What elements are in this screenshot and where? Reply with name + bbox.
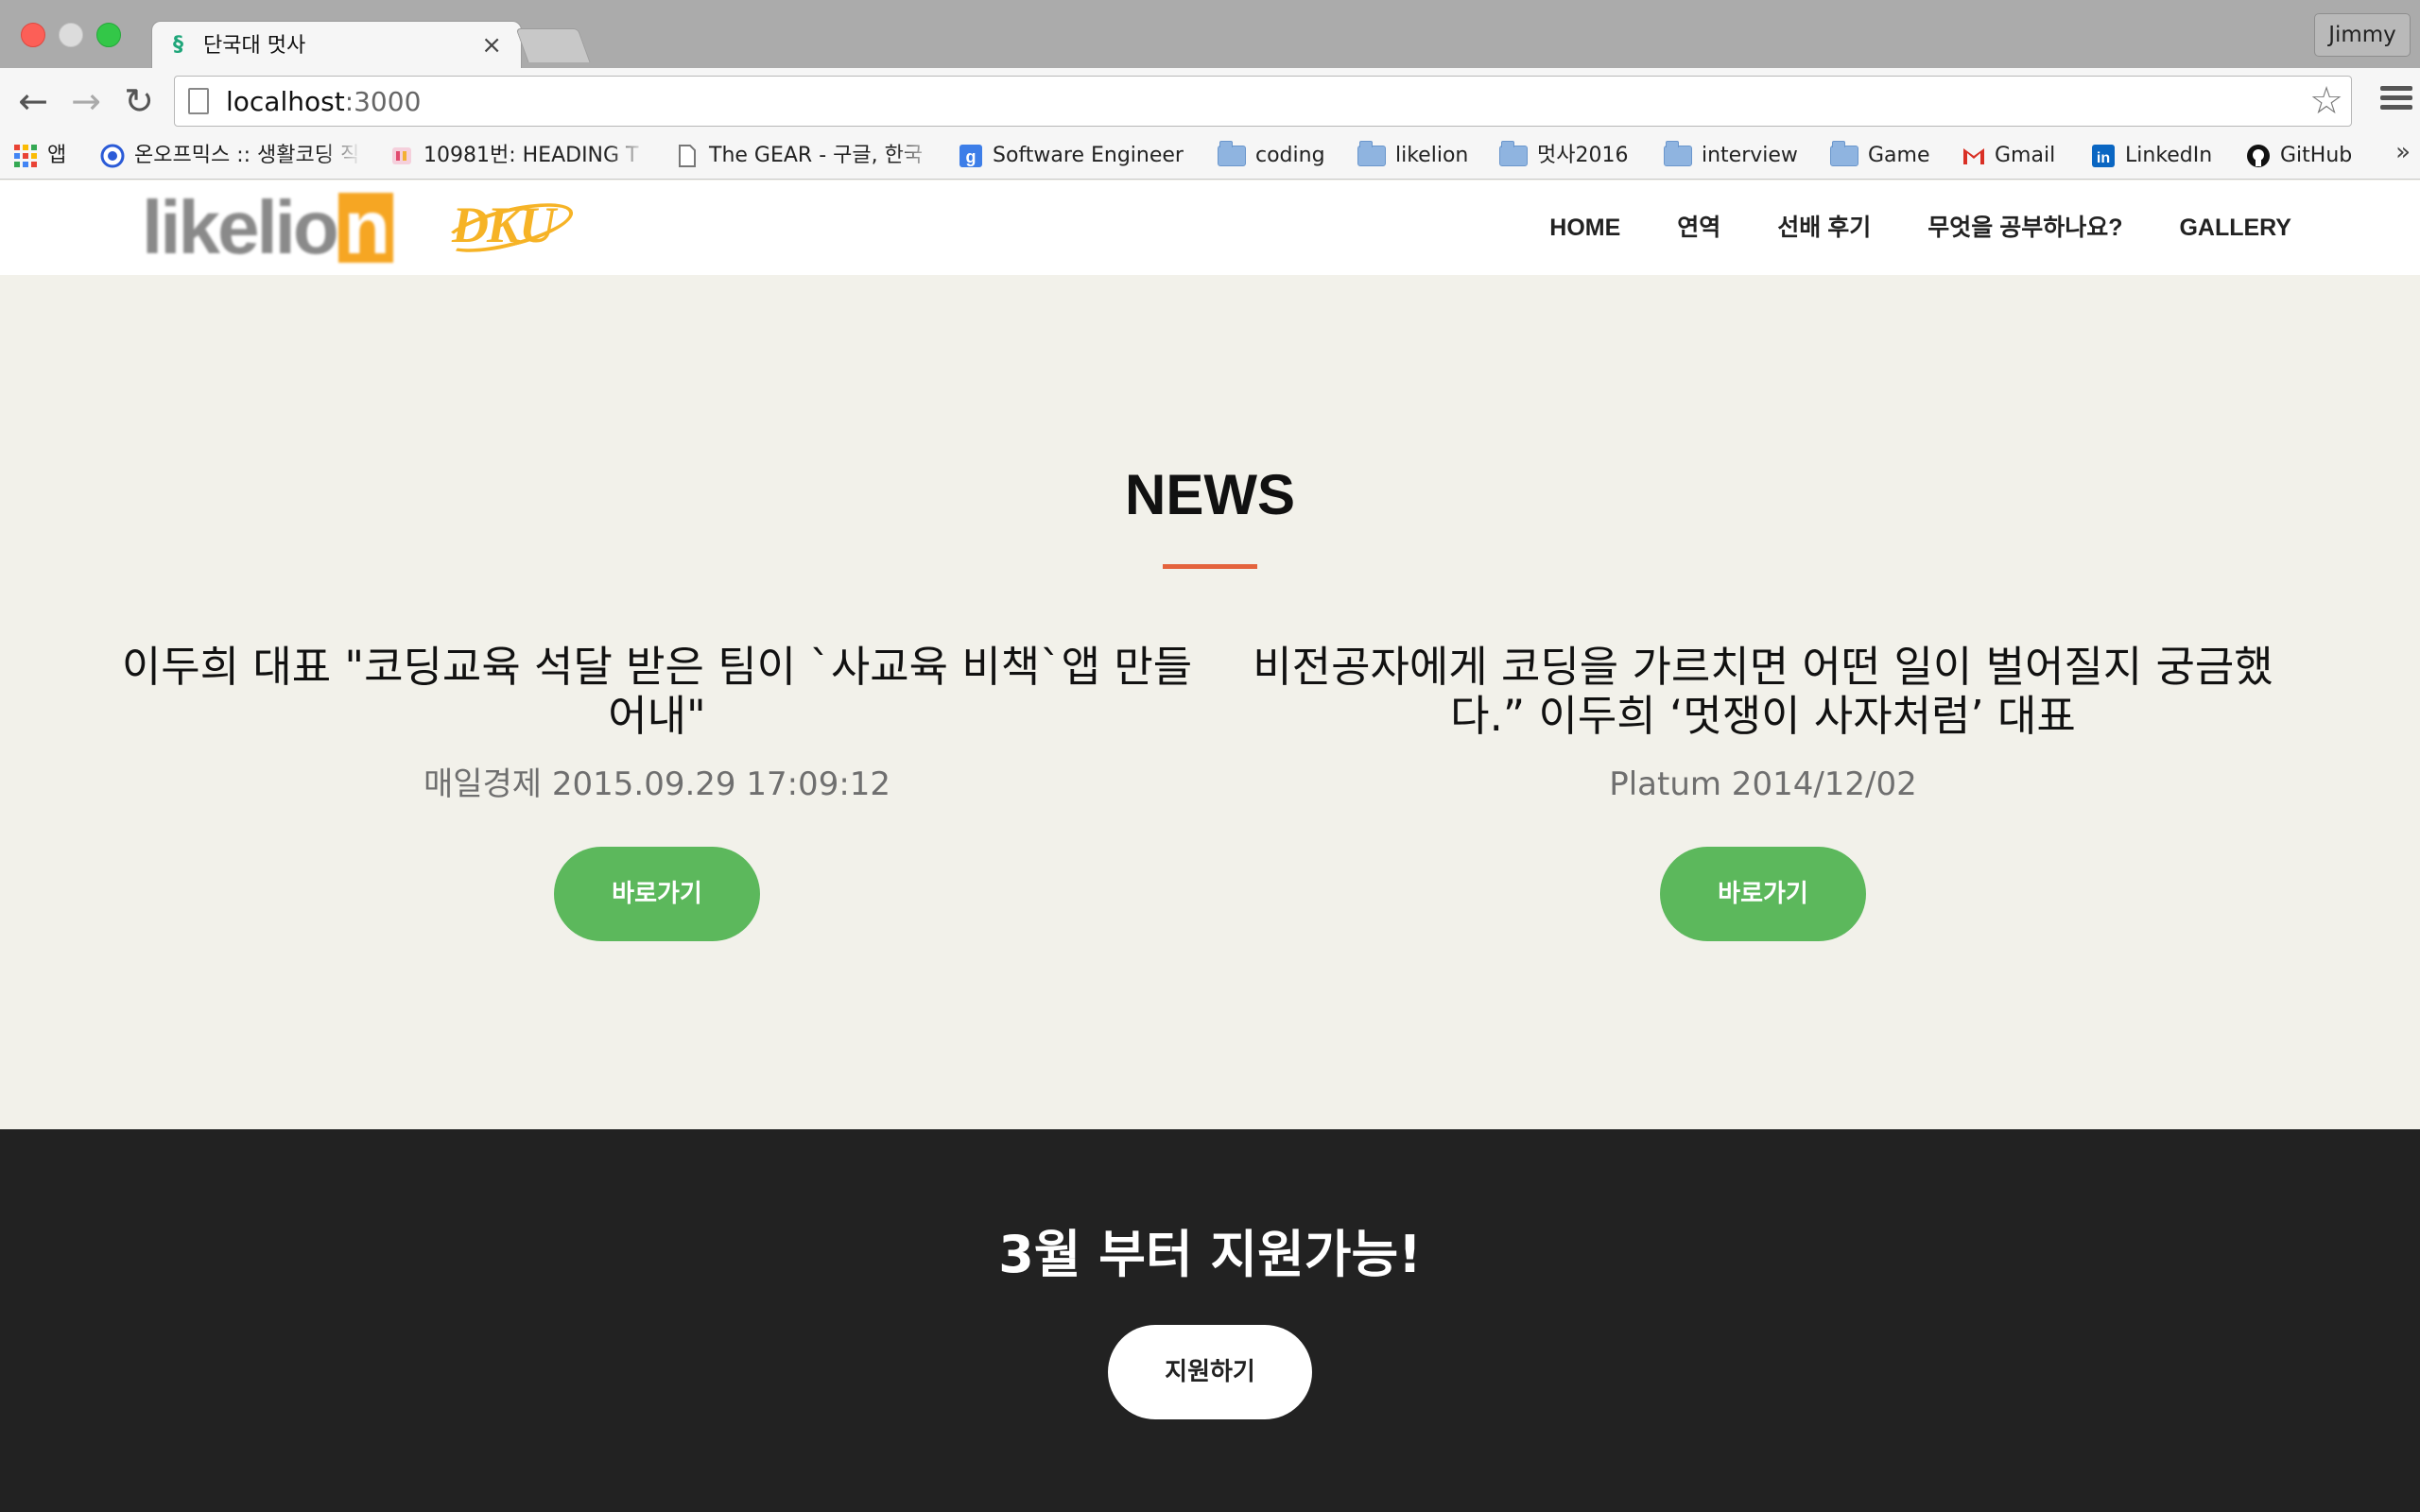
svg-text:g: g — [966, 147, 977, 166]
bookmark-folder-coding[interactable]: coding — [1218, 140, 1325, 172]
likelion-favicon-icon: § — [173, 33, 183, 57]
bookmark-gmail[interactable]: Gmail — [1961, 140, 2055, 172]
hamburger-menu-icon[interactable] — [2380, 81, 2412, 119]
page-icon — [188, 88, 209, 114]
bookmark-linkedin[interactable]: in LinkedIn — [2091, 140, 2212, 172]
browser-toolbar: ← → ↻ localhost:3000 ☆ — [0, 68, 2420, 134]
bookmark-label: Gmail — [1995, 144, 2056, 167]
bookmark-label: Software Engineer — [993, 144, 1184, 167]
article-link-button[interactable]: 바로가기 — [554, 847, 760, 941]
logo-text-n: n — [337, 190, 393, 266]
article-link-button[interactable]: 바로가기 — [1660, 847, 1866, 941]
bookmark-label: 멋사2016 — [1537, 144, 1629, 167]
apply-section: 3월 부터 지원가능! 지원하기 — [0, 1129, 2420, 1512]
dku-logo: DKU — [452, 197, 556, 253]
bookmark-label: interview — [1702, 144, 1798, 167]
bookmark-label: LinkedIn — [2125, 144, 2213, 167]
bookmark-folder-game[interactable]: Game — [1830, 140, 1930, 172]
apply-title: 3월 부터 지원가능! — [998, 1225, 1422, 1284]
gmail-icon — [1961, 144, 1985, 168]
folder-icon — [1499, 141, 1528, 166]
article-headline: 이두희 대표 "코딩교육 석달 받은 팀이 `사교육 비책`앱 만들어내" — [121, 642, 1193, 741]
browser-tab-active[interactable]: § 단국대 멋사 × — [151, 21, 522, 70]
bookmark-label: 앱 — [47, 144, 67, 167]
bookmark-folder-meotsa2016[interactable]: 멋사2016 — [1499, 140, 1628, 172]
svg-text:in: in — [2097, 150, 2110, 166]
news-title: NEWS — [1125, 463, 1295, 526]
onoffmix-icon — [100, 144, 125, 168]
github-icon — [2246, 144, 2271, 168]
bookmark-label: likelion — [1395, 144, 1469, 167]
news-title-underline — [1163, 564, 1257, 569]
tab-close-icon[interactable]: × — [481, 31, 502, 60]
nav-history[interactable]: 연역 — [1677, 213, 1720, 243]
bookmark-label: GitHub — [2280, 144, 2353, 167]
url-host: localhost — [226, 86, 345, 117]
profile-button[interactable]: Jimmy — [2314, 13, 2411, 57]
url-text[interactable]: localhost:3000 — [226, 87, 421, 117]
bookmark-label: The GEAR - 구글, 한국 — [709, 144, 924, 167]
article-headline: 비전공자에게 코딩을 가르치면 어떤 일이 벌어질지 궁금했다.” 이두희 ‘멋… — [1253, 642, 2273, 741]
bookmark-label: Game — [1868, 144, 1930, 167]
bookmark-star-icon[interactable]: ☆ — [2309, 80, 2343, 122]
bookmark-onoffmix[interactable]: 온오프믹스 :: 생활코딩 직 — [100, 140, 361, 172]
bookmark-software-engineer[interactable]: g Software Engineer — [959, 140, 1184, 172]
bookmark-baekjoon[interactable]: 10981번: HEADING T — [389, 140, 647, 172]
close-window-button[interactable] — [21, 23, 45, 47]
bookmark-the-gear[interactable]: The GEAR - 구글, 한국 — [675, 140, 936, 172]
tab-title: 단국대 멋사 — [203, 34, 306, 58]
google-icon: g — [959, 144, 983, 168]
likelion-logo[interactable]: likelio n — [142, 190, 393, 266]
new-tab-button[interactable] — [515, 28, 591, 62]
logo-wordmark: likelio n — [142, 190, 393, 266]
bookmark-label: 온오프믹스 :: 생활코딩 직 — [134, 144, 360, 167]
nav-reviews[interactable]: 선배 후기 — [1777, 213, 1871, 243]
apply-button[interactable]: 지원하기 — [1108, 1325, 1312, 1419]
page-icon — [675, 144, 700, 168]
bookmark-label: coding — [1255, 144, 1325, 167]
baekjoon-icon — [389, 144, 414, 168]
nav-gallery[interactable]: GALLERY — [2179, 213, 2291, 243]
bookmark-folder-likelion[interactable]: likelion — [1357, 140, 1468, 172]
site-header: likelio n DKU HOME 연역 선배 후기 무엇을 공부하나요? GA… — [0, 180, 2420, 275]
bookmark-apps[interactable]: 앱 — [13, 140, 66, 172]
bookmark-folder-interview[interactable]: interview — [1664, 140, 1798, 172]
bookmark-github[interactable]: GitHub — [2246, 140, 2352, 172]
main-nav: HOME 연역 선배 후기 무엇을 공부하나요? GALLERY — [1549, 213, 2291, 243]
browser-titlebar: § 단국대 멋사 × Jimmy — [0, 0, 2420, 70]
bookmarks-overflow-icon[interactable]: » — [2395, 138, 2411, 166]
nav-home[interactable]: HOME — [1549, 213, 1620, 243]
address-bar[interactable]: localhost:3000 ☆ — [174, 76, 2352, 127]
forward-arrow-icon[interactable]: → — [62, 77, 110, 125]
reload-icon[interactable]: ↻ — [115, 77, 163, 125]
bookmark-label: 10981번: HEADING T — [424, 144, 639, 167]
apps-grid-icon — [13, 144, 38, 168]
minimize-window-button[interactable] — [59, 23, 83, 47]
bookmarks-bar: 앱 온오프믹스 :: 생활코딩 직 10981번: HEADING T The … — [0, 134, 2420, 180]
nav-curriculum[interactable]: 무엇을 공부하나요? — [1927, 213, 2122, 243]
maximize-window-button[interactable] — [96, 23, 121, 47]
news-article: 비전공자에게 코딩을 가르치면 어떤 일이 벌어질지 궁금했다.” 이두희 ‘멋… — [1224, 642, 2302, 804]
folder-icon — [1830, 141, 1858, 166]
article-meta: Platum 2014/12/02 — [1609, 765, 1917, 803]
folder-icon — [1218, 141, 1246, 166]
news-article: 이두희 대표 "코딩교육 석달 받은 팀이 `사교육 비책`앱 만들어내" 매일… — [118, 642, 1196, 804]
linkedin-icon: in — [2091, 144, 2116, 168]
url-port: :3000 — [344, 86, 422, 117]
folder-icon — [1357, 141, 1386, 166]
back-arrow-icon[interactable]: ← — [9, 77, 57, 125]
logo-text-main: likelio — [142, 185, 339, 269]
article-meta: 매일경제 2015.09.29 17:09:12 — [423, 765, 891, 803]
folder-icon — [1664, 141, 1692, 166]
